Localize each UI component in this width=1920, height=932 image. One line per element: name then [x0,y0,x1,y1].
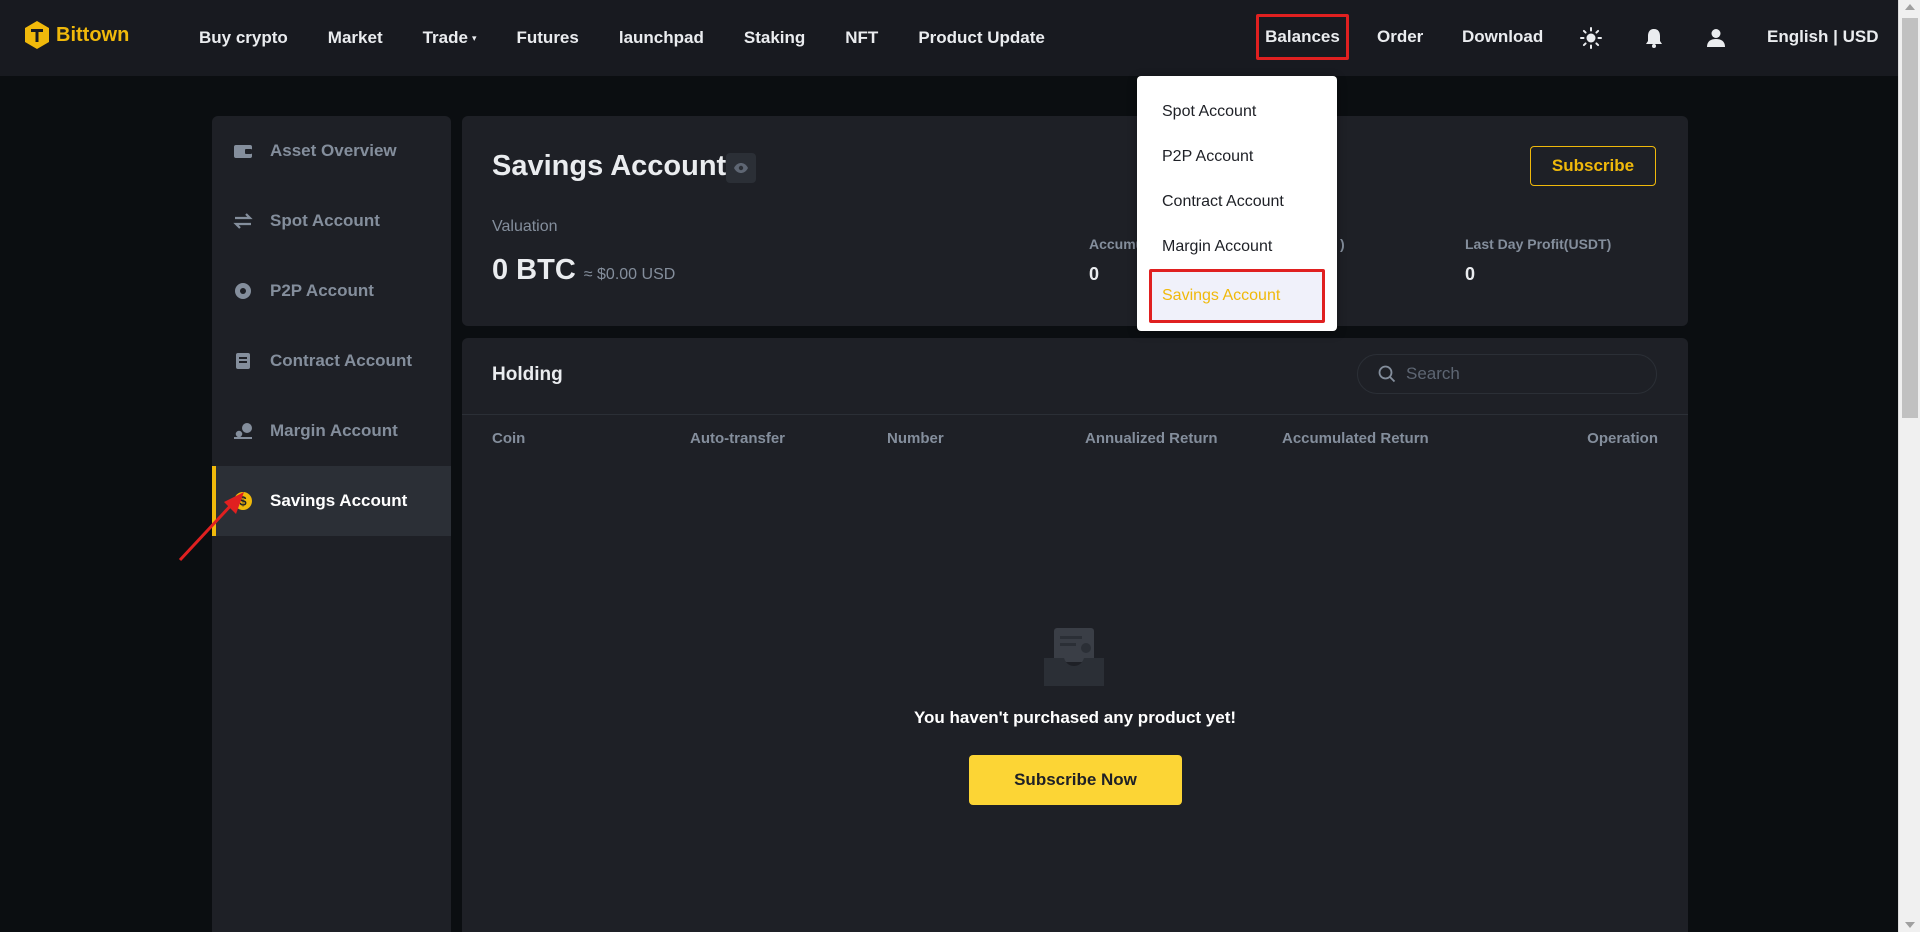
brand-name: Bittown [56,23,130,46]
sidebar-item-label: Contract Account [270,351,412,370]
page-title: Savings Account [492,150,727,182]
nav-market[interactable]: Market [328,28,383,48]
valuation-label: Valuation [492,218,558,235]
balances-dropdown-menu: Spot Account P2P Account Contract Accoun… [1137,76,1337,331]
last-day-profit-label: Last Day Profit(USDT) [1465,236,1612,252]
bittown-logo-icon [25,21,49,49]
bell-icon[interactable] [1642,26,1666,50]
column-header-coin: Coin [492,430,526,447]
scrollbar-thumb[interactable] [1902,18,1918,418]
main-nav: Buy crypto Market Trade ▾ Futures launch… [199,0,1085,76]
holding-divider [462,414,1688,415]
column-header-accumulated-return: Accumulated Return [1282,430,1429,447]
subscribe-button[interactable]: Subscribe [1530,146,1656,186]
search-icon [1378,365,1396,383]
annotation-arrow-icon [178,492,244,562]
language-currency-selector[interactable]: English | USD [1767,27,1879,47]
nav-trade[interactable]: Trade ▾ [423,28,477,48]
nav-buy-crypto[interactable]: Buy crypto [199,28,288,48]
document-icon [232,350,254,372]
transfer-arrows-icon [232,210,254,232]
menu-item-margin-account[interactable]: Margin Account [1137,224,1337,269]
eye-icon[interactable] [726,153,756,183]
nav-product-update[interactable]: Product Update [918,28,1045,48]
margin-icon [232,420,254,442]
nav-order[interactable]: Order [1377,27,1423,47]
search-input[interactable] [1406,364,1626,384]
menu-item-contract-account[interactable]: Contract Account [1137,179,1337,224]
nav-download[interactable]: Download [1462,27,1543,47]
holding-card: Holding Coin Auto-transfer Number Annual… [462,338,1688,932]
top-navbar: Bittown Buy crypto Market Trade ▾ Future… [0,0,1898,76]
last-day-profit-value: 0 [1465,264,1476,284]
nav-futures[interactable]: Futures [517,28,579,48]
valuation-usd: ≈ $0.00 USD [583,266,676,283]
last-day-profit-stat: Last Day Profit(USDT) 0 [1465,236,1611,285]
accumulated-profit-label: Accumu [1089,236,1145,252]
sidebar-item-p2p-account[interactable]: P2P Account [212,256,451,326]
annotation-highlight-box [1149,269,1325,323]
obscured-label-tail: ) [1340,236,1345,252]
user-icon[interactable] [1704,26,1728,50]
sidebar-item-label: Savings Account [270,491,408,510]
menu-item-spot-account[interactable]: Spot Account [1137,89,1337,134]
accumulated-profit-value: 0 [1089,264,1100,284]
column-header-annualized-return: Annualized Return [1085,430,1218,447]
sidebar-item-label: P2P Account [270,281,374,300]
p2p-circle-icon [232,280,254,302]
nav-staking[interactable]: Staking [744,28,805,48]
nav-trade-label: Trade [422,28,468,47]
nav-launchpad[interactable]: launchpad [619,28,704,48]
sidebar-item-contract-account[interactable]: Contract Account [212,326,451,396]
column-header-auto-transfer: Auto-transfer [690,430,786,447]
scroll-up-arrow-icon[interactable] [1905,4,1915,10]
nav-nft[interactable]: NFT [845,28,878,48]
search-box[interactable] [1357,354,1657,394]
page-scrollbar[interactable] [1898,0,1920,932]
empty-inbox-icon [1044,628,1104,686]
menu-item-p2p-account[interactable]: P2P Account [1137,134,1337,179]
sidebar-item-spot-account[interactable]: Spot Account [212,186,451,256]
valuation-btc: 0 BTC [492,254,576,286]
wallet-icon [232,140,254,162]
column-header-operation: Operation [1587,430,1658,447]
brand-logo[interactable]: Bittown [24,20,129,50]
sidebar-item-asset-overview[interactable]: Asset Overview [212,116,451,186]
accumulated-profit-stat: Accumu 0 [1089,236,1144,285]
sun-icon[interactable] [1579,26,1603,50]
chevron-down-icon: ▾ [471,32,477,43]
nav-balances-label: Balances [1265,27,1340,46]
savings-summary-card: Savings Account Subscribe Valuation 0 BT… [462,116,1688,326]
sidebar-item-label: Margin Account [270,421,398,440]
sidebar-item-label: Spot Account [270,211,380,230]
nav-balances[interactable]: Balances [1256,14,1349,60]
valuation-value: 0 BTC ≈ $0.00 USD [492,254,675,287]
column-header-number: Number [887,430,944,447]
sidebar-item-margin-account[interactable]: Margin Account [212,396,451,466]
sidebar-item-label: Asset Overview [270,141,397,160]
empty-state-message: You haven't purchased any product yet! [913,708,1237,727]
subscribe-now-button[interactable]: Subscribe Now [969,755,1182,805]
scroll-down-arrow-icon[interactable] [1905,922,1915,928]
holding-title: Holding [492,364,563,385]
